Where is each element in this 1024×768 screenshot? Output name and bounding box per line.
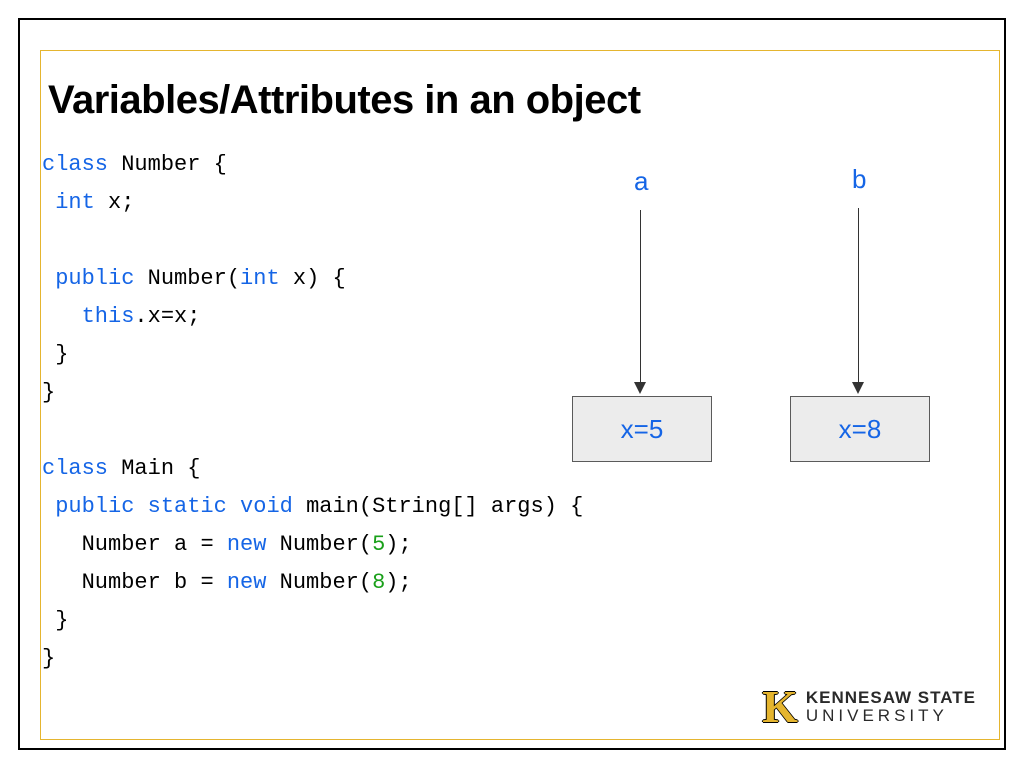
- var-a: a: [174, 532, 187, 557]
- kw-public-2: public: [55, 494, 134, 519]
- logo-line-1: KENNESAW STATE: [806, 689, 976, 707]
- diagram-label-b: b: [852, 164, 866, 195]
- object-box-b: x=8: [790, 396, 930, 462]
- kw-int-param: int: [240, 266, 280, 291]
- type-number-b: Number: [82, 570, 161, 595]
- kw-this: this: [82, 304, 135, 329]
- assign-x: x: [174, 304, 187, 329]
- logo-text: KENNESAW STATE UNIVERSITY: [806, 689, 976, 725]
- field-x: x: [108, 190, 121, 215]
- literal-8: 8: [372, 570, 385, 595]
- main-args: String[] args: [372, 494, 544, 519]
- arrow-head-a: [634, 382, 646, 394]
- class-name-main: Main: [121, 456, 174, 481]
- kw-class: class: [42, 152, 108, 177]
- param-x: x: [293, 266, 306, 291]
- kw-void: void: [240, 494, 293, 519]
- arrow-line-a: [640, 210, 641, 384]
- object-box-a: x=5: [572, 396, 712, 462]
- university-logo: K KENNESAW STATE UNIVERSITY: [762, 684, 976, 730]
- kw-new-b: new: [227, 570, 267, 595]
- kw-new-a: new: [227, 532, 267, 557]
- logo-line-2: UNIVERSITY: [806, 707, 976, 725]
- kw-static: static: [148, 494, 227, 519]
- logo-glyph-icon: K: [762, 684, 798, 730]
- main-method: main: [306, 494, 359, 519]
- object-box-b-value: x=8: [839, 414, 882, 445]
- ctor-name: Number: [148, 266, 227, 291]
- kw-public: public: [55, 266, 134, 291]
- class-name-number: Number: [121, 152, 200, 177]
- slide-title: Variables/Attributes in an object: [48, 78, 641, 123]
- ctor-call-b: Number: [280, 570, 359, 595]
- kw-class-2: class: [42, 456, 108, 481]
- literal-5: 5: [372, 532, 385, 557]
- this-x: x: [148, 304, 161, 329]
- ctor-call-a: Number: [280, 532, 359, 557]
- object-box-a-value: x=5: [621, 414, 664, 445]
- arrow-head-b: [852, 382, 864, 394]
- type-number-a: Number: [82, 532, 161, 557]
- var-b: b: [174, 570, 187, 595]
- arrow-line-b: [858, 208, 859, 384]
- kw-int: int: [55, 190, 95, 215]
- diagram-label-a: a: [634, 166, 648, 197]
- code-block: class Number { int x; public Number(int …: [42, 146, 583, 678]
